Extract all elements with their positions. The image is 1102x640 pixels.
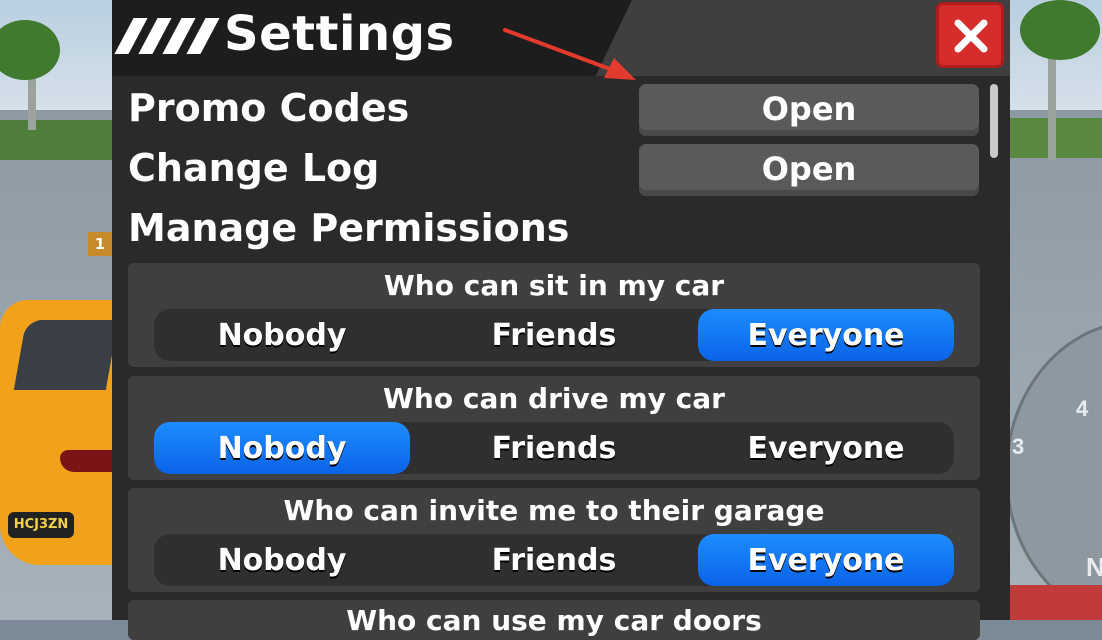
palm-tree: [1020, 0, 1100, 60]
option-friends[interactable]: Friends: [426, 422, 682, 474]
settings-titlebar: Settings: [112, 0, 1010, 76]
manage-permissions-heading: Manage Permissions: [128, 206, 570, 250]
promo-codes-open-button[interactable]: Open: [639, 84, 979, 136]
page-title: Settings: [224, 6, 455, 62]
stripes-logo-icon: [114, 18, 222, 54]
option-everyone[interactable]: Everyone: [698, 422, 954, 474]
promo-codes-label: Promo Codes: [128, 86, 410, 130]
close-icon: [954, 19, 988, 53]
close-button[interactable]: [936, 2, 1004, 68]
option-everyone[interactable]: Everyone: [698, 309, 954, 361]
permission-drive-car: Who can drive my car Nobody Friends Ever…: [128, 376, 980, 480]
spot-number-sign: 1: [88, 232, 112, 256]
permission-garage-invite: Who can invite me to their garage Nobody…: [128, 488, 980, 592]
permission-selector: Nobody Friends Everyone: [154, 309, 954, 361]
change-log-open-button[interactable]: Open: [639, 144, 979, 196]
change-log-label: Change Log: [128, 146, 380, 190]
gauge-number: 4: [1076, 396, 1089, 421]
permission-question: Who can invite me to their garage: [283, 494, 825, 527]
red-carpet: [1010, 585, 1102, 620]
option-nobody[interactable]: Nobody: [154, 422, 410, 474]
edge-letter: N: [1086, 552, 1102, 582]
permission-car-doors: Who can use my car doors: [128, 600, 980, 640]
option-friends[interactable]: Friends: [426, 534, 682, 586]
permission-question: Who can use my car doors: [346, 604, 762, 637]
option-nobody[interactable]: Nobody: [154, 534, 410, 586]
option-nobody[interactable]: Nobody: [154, 309, 410, 361]
settings-panel: Settings Promo Codes Open Change Log Ope…: [112, 0, 1010, 640]
permission-sit-in-car: Who can sit in my car Nobody Friends Eve…: [128, 263, 980, 367]
car-rear-window: [13, 320, 119, 390]
permission-selector: Nobody Friends Everyone: [154, 422, 954, 474]
permission-question: Who can drive my car: [383, 382, 725, 415]
hedge-left: [0, 120, 120, 160]
gauge-number: 3: [1012, 434, 1025, 459]
license-plate: HCJ3ZN: [8, 512, 74, 538]
car-taillight: [60, 450, 112, 472]
scrollbar[interactable]: [988, 82, 1002, 620]
permission-selector: Nobody Friends Everyone: [154, 534, 954, 586]
option-friends[interactable]: Friends: [426, 309, 682, 361]
permission-question: Who can sit in my car: [383, 269, 725, 302]
option-everyone[interactable]: Everyone: [698, 534, 954, 586]
scrollbar-thumb[interactable]: [990, 84, 998, 158]
